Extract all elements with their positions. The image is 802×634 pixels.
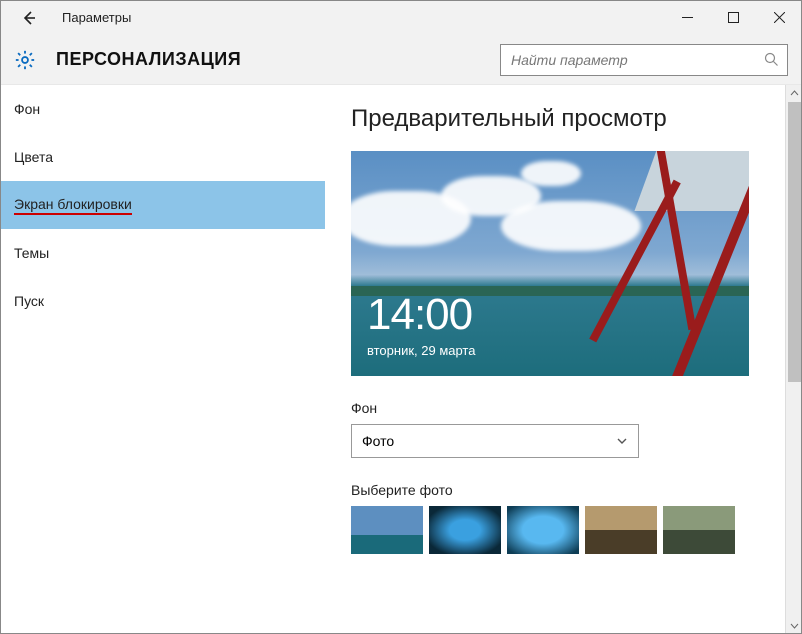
scroll-thumb[interactable]	[788, 102, 801, 382]
preview-cloud	[521, 161, 581, 186]
scroll-up-button[interactable]	[786, 85, 802, 102]
search-icon	[764, 52, 779, 67]
sidebar-item-lockscreen[interactable]: Экран блокировки	[0, 181, 325, 229]
header: ПЕРСОНАЛИЗАЦИЯ	[0, 35, 802, 85]
vertical-scrollbar[interactable]	[785, 85, 802, 634]
search-box[interactable]	[500, 44, 788, 76]
app-title: Параметры	[62, 10, 131, 25]
background-label: Фон	[351, 400, 782, 416]
sidebar-item-label: Фон	[14, 101, 40, 117]
lockscreen-preview: 14:00 вторник, 29 марта	[351, 151, 749, 376]
gear-icon	[14, 49, 36, 71]
sidebar-item-label: Экран блокировки	[14, 196, 132, 215]
photo-thumbnails	[351, 506, 782, 554]
dropdown-value: Фото	[362, 433, 394, 449]
sidebar-item-label: Цвета	[14, 149, 53, 165]
close-icon	[774, 12, 785, 23]
maximize-icon	[728, 12, 739, 23]
photo-thumb[interactable]	[585, 506, 657, 554]
sidebar-item-background[interactable]: Фон	[0, 85, 325, 133]
category-title: ПЕРСОНАЛИЗАЦИЯ	[56, 49, 241, 70]
chevron-down-icon	[616, 435, 628, 447]
window-controls	[664, 0, 802, 35]
scroll-down-button[interactable]	[786, 617, 802, 634]
lock-date: вторник, 29 марта	[367, 343, 475, 358]
back-button[interactable]	[14, 3, 44, 33]
minimize-button[interactable]	[664, 0, 710, 35]
sidebar: Фон Цвета Экран блокировки Темы Пуск	[0, 85, 325, 634]
lock-time: 14:00	[367, 290, 472, 340]
maximize-button[interactable]	[710, 0, 756, 35]
sidebar-item-themes[interactable]: Темы	[0, 229, 325, 277]
titlebar: Параметры	[0, 0, 802, 35]
chevron-down-icon	[790, 621, 799, 630]
search-input[interactable]	[511, 52, 764, 68]
photo-thumb[interactable]	[351, 506, 423, 554]
preview-cloud	[501, 201, 641, 251]
sidebar-item-label: Темы	[14, 245, 49, 261]
photo-thumb[interactable]	[429, 506, 501, 554]
back-arrow-icon	[20, 9, 38, 27]
content-pane: Предварительный просмотр 14:00 вторник, …	[325, 85, 802, 634]
choose-photo-label: Выберите фото	[351, 482, 782, 498]
photo-thumb[interactable]	[507, 506, 579, 554]
preview-heading: Предварительный просмотр	[351, 105, 782, 133]
minimize-icon	[682, 12, 693, 23]
background-dropdown[interactable]: Фото	[351, 424, 639, 458]
sidebar-item-label: Пуск	[14, 293, 44, 309]
body: Фон Цвета Экран блокировки Темы Пуск Пре…	[0, 85, 802, 634]
chevron-up-icon	[790, 89, 799, 98]
sidebar-item-start[interactable]: Пуск	[0, 277, 325, 325]
sidebar-item-colors[interactable]: Цвета	[0, 133, 325, 181]
close-button[interactable]	[756, 0, 802, 35]
photo-thumb[interactable]	[663, 506, 735, 554]
